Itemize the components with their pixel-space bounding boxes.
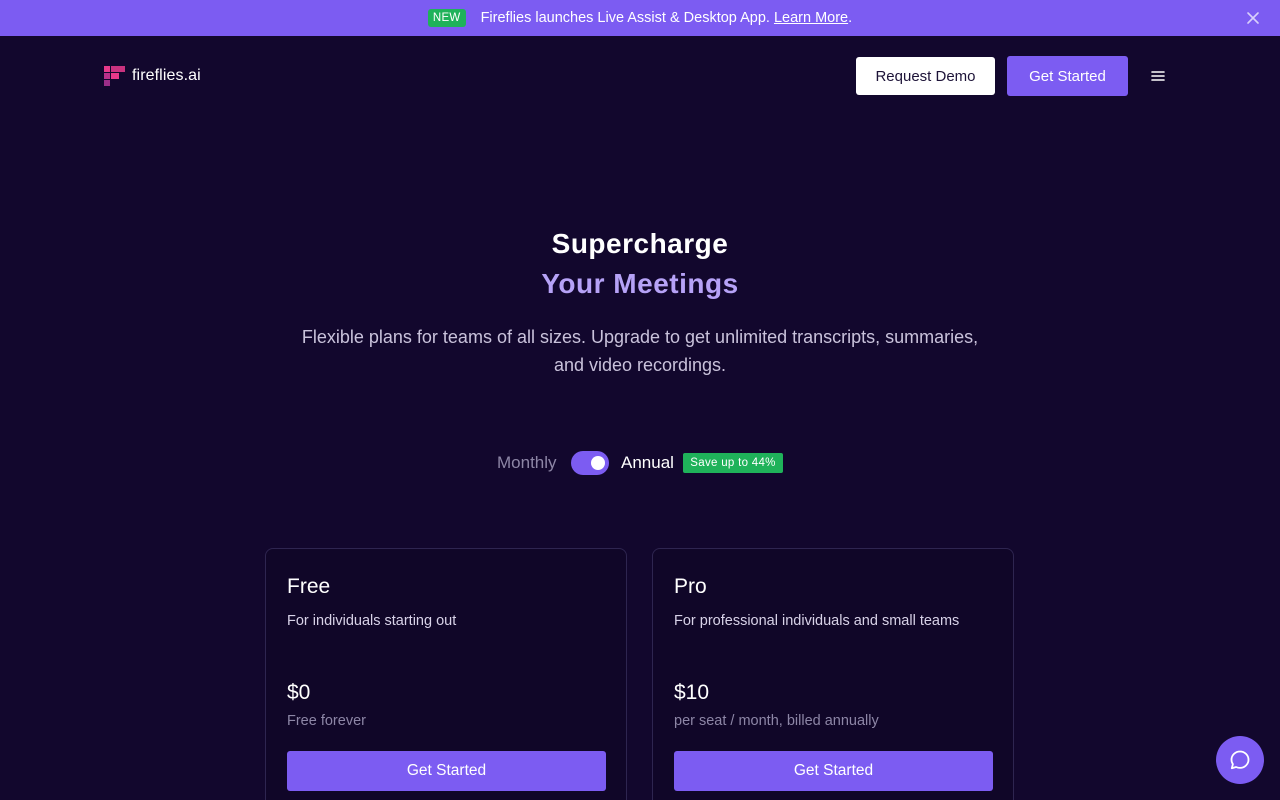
plan-price: $10 <box>674 681 710 704</box>
chat-bubble-icon <box>1230 750 1250 770</box>
hamburger-menu-icon[interactable] <box>1150 69 1166 83</box>
plan-card-pro: Pro For professional individuals and sma… <box>652 548 1014 800</box>
logo[interactable]: fireflies.ai <box>104 66 201 86</box>
fireflies-logo-icon <box>104 66 125 86</box>
free-get-started-button[interactable]: Get Started <box>287 751 606 791</box>
announcement-bar: NEW Fireflies launches Live Assist & Des… <box>0 0 1280 36</box>
announcement-suffix: . <box>848 10 853 26</box>
announcement-text: Fireflies launches Live Assist & Desktop… <box>480 10 770 26</box>
plan-name: Pro <box>674 575 707 598</box>
monthly-label[interactable]: Monthly <box>497 453 557 473</box>
pro-get-started-button[interactable]: Get Started <box>674 751 993 791</box>
hero-title: Supercharge Your Meetings <box>0 224 1280 304</box>
new-badge: NEW <box>427 9 466 27</box>
logo-text: fireflies.ai <box>132 67 201 84</box>
toggle-knob <box>591 456 605 470</box>
hero-title-line2: Your Meetings <box>541 268 739 299</box>
hero-title-line1: Supercharge <box>551 228 729 259</box>
save-badge: Save up to 44% <box>683 453 783 473</box>
get-started-button[interactable]: Get Started <box>1007 56 1128 96</box>
plan-description: For professional individuals and small t… <box>674 613 960 629</box>
learn-more-link[interactable]: Learn More <box>774 10 848 26</box>
plan-price-note: Free forever <box>287 713 366 729</box>
plan-name: Free <box>287 575 331 598</box>
site-header: fireflies.ai Request Demo Get Started <box>0 36 1280 116</box>
billing-period-toggle[interactable] <box>571 451 609 475</box>
annual-label[interactable]: Annual <box>621 453 674 473</box>
plan-price: $0 <box>287 681 311 704</box>
billing-toggle-row: Monthly Annual Save up to 44% <box>0 450 1280 476</box>
plan-description: For individuals starting out <box>287 613 457 629</box>
request-demo-button[interactable]: Request Demo <box>856 57 995 95</box>
chat-widget-button[interactable] <box>1216 736 1264 784</box>
hero-subtitle: Flexible plans for teams of all sizes. U… <box>301 327 979 375</box>
plan-card-free: Free For individuals starting out $0 Fre… <box>265 548 627 800</box>
plan-price-note: per seat / month, billed annually <box>674 713 879 729</box>
close-icon[interactable] <box>1244 9 1262 27</box>
